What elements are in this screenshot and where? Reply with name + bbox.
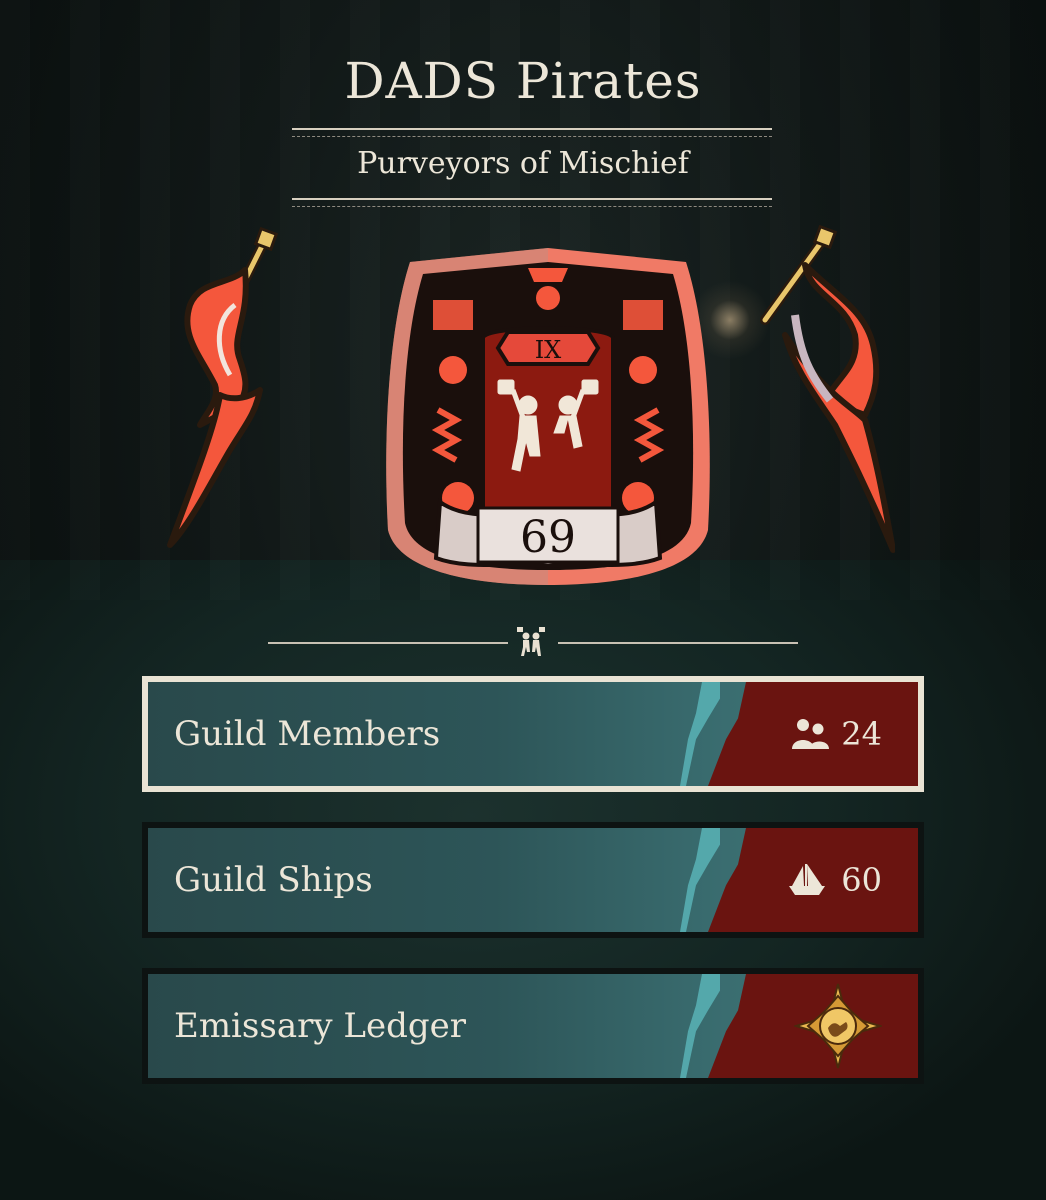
right-banner-flag [760,225,895,553]
divider-line-right [558,642,798,644]
title-rule-top [292,128,772,137]
guild-members-label: Guild Members [174,714,441,754]
guild-crew-icon [517,627,545,656]
guild-motto: Purveyors of Mischief [357,146,689,181]
ship-icon [789,864,826,895]
guild-name: DADS Pirates [344,52,702,110]
left-banner-flag [167,226,279,548]
title-rule-bottom [292,198,772,207]
emissary-ledger-badge [794,974,882,1078]
guild-members-count: 24 [789,682,882,786]
emissary-ledger-label: Emissary Ledger [174,1006,466,1046]
guild-level: 69 [520,512,576,563]
emissary-ledger-row[interactable]: Emissary Ledger [142,968,924,1084]
guild-ships-row[interactable]: Guild Ships 60 [142,822,924,938]
guild-screen: DADS Pirates Purveyors of Mischief IX 69… [0,0,1046,1200]
emissary-compass-icon [794,983,882,1069]
guild-members-row[interactable]: Guild Members 24 [142,676,924,792]
guild-ships-count: 60 [783,828,882,932]
guild-ships-label: Guild Ships [174,860,373,900]
guild-rank-numeral: IX [535,336,562,364]
divider-line-left [268,642,508,644]
guild-emblem: IX 69 [386,248,710,585]
crew-icon [792,719,830,749]
